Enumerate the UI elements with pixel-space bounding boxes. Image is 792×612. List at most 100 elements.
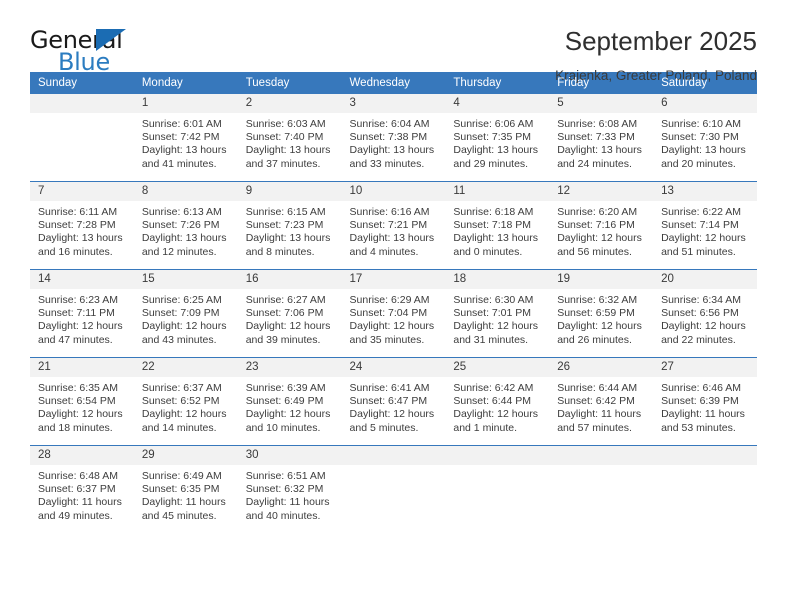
day-sunrise-line: Sunrise: 6:06 AM [453, 118, 534, 130]
calendar-day-cell[interactable]: 23 Sunrise: 6:39 AM Sunset: 6:49 PM Dayligh… [237, 357, 342, 446]
day-sunset-line: Sunset: 6:56 PM [661, 307, 739, 320]
day-sun-info: Sunrise: 6:42 AM Sunset: 6:44 PM Daylight:… [445, 377, 549, 435]
calendar-day-cell[interactable]: 7 Sunrise: 6:11 AM Sunset: 7:28 PM Daylight… [30, 181, 134, 270]
day-number: 18 [445, 270, 550, 289]
day-sunrise-line: Sunrise: 6:49 AM [141, 470, 222, 482]
day-sunset-line: Sunset: 7:14 PM [661, 219, 739, 232]
day-cell-inner: 9 Sunrise: 6:15 AM Sunset: 7:23 PM Daylight… [237, 182, 342, 269]
calendar-day-cell[interactable]: 26 Sunrise: 6:44 AM Sunset: 6:42 PM Dayligh… [549, 357, 654, 446]
calendar-day-cell[interactable]: 20 Sunrise: 6:34 AM Sunset: 6:56 PM Dayligh… [653, 269, 757, 358]
day-daylight2-line: and 57 minutes. [557, 421, 632, 434]
day-daylight1-line: Daylight: 12 hours [349, 408, 435, 421]
day-daylight2-line: and 20 minutes. [661, 157, 736, 170]
day-sun-info: Sunrise: 6:11 AM Sunset: 7:28 PM Daylight:… [30, 201, 134, 259]
day-cell-inner: 8 Sunrise: 6:13 AM Sunset: 7:26 PM Daylight… [133, 182, 238, 269]
day-sunrise-line: Sunrise: 6:37 AM [141, 382, 222, 394]
calendar-day-cell[interactable]: 6 Sunrise: 6:10 AM Sunset: 7:30 PM Daylight… [653, 94, 757, 182]
day-cell-inner: 20 Sunrise: 6:34 AM Sunset: 6:56 PM Dayligh… [653, 270, 757, 357]
calendar-day-cell[interactable]: 30 Sunrise: 6:51 AM Sunset: 6:32 PM Dayligh… [237, 445, 342, 533]
day-sunset-line: Sunset: 7:40 PM [245, 131, 324, 144]
calendar-day-cell[interactable]: 13 Sunrise: 6:22 AM Sunset: 7:14 PM Dayligh… [653, 181, 757, 270]
calendar-day-cell[interactable]: 11 Sunrise: 6:18 AM Sunset: 7:18 PM Dayligh… [445, 181, 550, 270]
day-daylight2-line: and 18 minutes. [38, 421, 113, 434]
calendar-day-cell[interactable]: 17 Sunrise: 6:29 AM Sunset: 7:04 PM Dayligh… [341, 269, 446, 358]
calendar-day-cell[interactable] [445, 445, 550, 533]
day-number: 6 [653, 94, 757, 113]
day-cell-inner: 21 Sunrise: 6:35 AM Sunset: 6:54 PM Dayligh… [30, 358, 134, 445]
day-sunrise-line: Sunrise: 6:15 AM [245, 206, 326, 218]
day-sunset-line: Sunset: 7:11 PM [38, 307, 115, 320]
calendar-day-cell[interactable]: 18 Sunrise: 6:30 AM Sunset: 7:01 PM Dayligh… [445, 269, 550, 358]
day-sunrise-line: Sunrise: 6:29 AM [349, 294, 430, 306]
day-sunset-line: Sunset: 6:37 PM [38, 483, 116, 496]
day-sun-info [653, 465, 757, 470]
calendar-day-cell[interactable]: 9 Sunrise: 6:15 AM Sunset: 7:23 PM Daylight… [237, 181, 342, 270]
calendar-day-cell[interactable]: 16 Sunrise: 6:27 AM Sunset: 7:06 PM Dayligh… [237, 269, 342, 358]
calendar-day-cell[interactable]: 22 Sunrise: 6:37 AM Sunset: 6:52 PM Dayligh… [133, 357, 238, 446]
day-sunset-line: Sunset: 7:33 PM [557, 131, 635, 144]
day-daylight2-line: and 1 minute. [453, 421, 518, 434]
day-sun-info: Sunrise: 6:29 AM Sunset: 7:04 PM Daylight:… [342, 289, 446, 347]
day-sunset-line: Sunset: 6:35 PM [141, 483, 220, 496]
day-sun-info: Sunrise: 6:22 AM Sunset: 7:14 PM Daylight:… [653, 201, 757, 259]
calendar-day-cell[interactable]: 14 Sunrise: 6:23 AM Sunset: 7:11 PM Dayligh… [30, 269, 134, 358]
day-daylight2-line: and 16 minutes. [38, 245, 113, 258]
calendar-day-cell[interactable]: 24 Sunrise: 6:41 AM Sunset: 6:47 PM Dayligh… [341, 357, 446, 446]
day-sun-info: Sunrise: 6:08 AM Sunset: 7:33 PM Daylight:… [549, 113, 653, 171]
calendar-day-cell[interactable] [549, 445, 654, 533]
weekday-header-monday: Monday [133, 72, 238, 94]
logo-word-blue: Blue [58, 48, 110, 76]
day-cell-inner: 16 Sunrise: 6:27 AM Sunset: 7:06 PM Dayligh… [237, 270, 342, 357]
day-cell-inner: 26 Sunrise: 6:44 AM Sunset: 6:42 PM Dayligh… [549, 358, 654, 445]
day-sunrise-line: Sunrise: 6:41 AM [349, 382, 430, 394]
calendar-day-cell[interactable]: 5 Sunrise: 6:08 AM Sunset: 7:33 PM Daylight… [549, 94, 654, 182]
day-daylight1-line: Daylight: 13 hours [557, 144, 642, 157]
day-sunset-line: Sunset: 7:26 PM [141, 219, 220, 232]
calendar-day-cell[interactable] [341, 445, 446, 533]
day-sunrise-line: Sunrise: 6:44 AM [557, 382, 638, 394]
day-daylight1-line: Daylight: 12 hours [38, 320, 123, 333]
day-daylight1-line: Daylight: 12 hours [557, 320, 642, 333]
day-number: 27 [653, 358, 757, 377]
calendar-day-cell[interactable]: 3 Sunrise: 6:04 AM Sunset: 7:38 PM Daylight… [341, 94, 446, 182]
day-daylight1-line: Daylight: 12 hours [141, 408, 227, 421]
calendar-day-cell[interactable]: 10 Sunrise: 6:16 AM Sunset: 7:21 PM Dayligh… [341, 181, 446, 270]
calendar-day-cell[interactable]: 4 Sunrise: 6:06 AM Sunset: 7:35 PM Daylight… [445, 94, 550, 182]
day-number: 30 [237, 446, 342, 465]
day-daylight1-line: Daylight: 12 hours [245, 320, 331, 333]
day-daylight1-line: Daylight: 13 hours [453, 144, 539, 157]
day-sun-info: Sunrise: 6:35 AM Sunset: 6:54 PM Daylight:… [30, 377, 134, 435]
calendar-day-cell[interactable]: 12 Sunrise: 6:20 AM Sunset: 7:16 PM Dayligh… [549, 181, 654, 270]
calendar-day-cell[interactable]: 28 Sunrise: 6:48 AM Sunset: 6:37 PM Dayligh… [30, 445, 134, 533]
calendar-day-cell[interactable]: 15 Sunrise: 6:25 AM Sunset: 7:09 PM Dayligh… [133, 269, 238, 358]
calendar-day-cell[interactable]: 29 Sunrise: 6:49 AM Sunset: 6:35 PM Dayligh… [133, 445, 238, 533]
day-cell-inner: 25 Sunrise: 6:42 AM Sunset: 6:44 PM Dayligh… [445, 358, 550, 445]
calendar-day-cell[interactable]: 25 Sunrise: 6:42 AM Sunset: 6:44 PM Dayligh… [445, 357, 550, 446]
day-daylight1-line: Daylight: 13 hours [349, 144, 435, 157]
day-sunset-line: Sunset: 7:23 PM [245, 219, 324, 232]
calendar-day-cell[interactable]: 21 Sunrise: 6:35 AM Sunset: 6:54 PM Dayligh… [30, 357, 134, 446]
day-daylight1-line: Daylight: 11 hours [245, 496, 330, 509]
day-sun-info: Sunrise: 6:01 AM Sunset: 7:42 PM Daylight:… [134, 113, 238, 171]
calendar-day-cell[interactable] [653, 445, 757, 533]
calendar-day-cell[interactable]: 8 Sunrise: 6:13 AM Sunset: 7:26 PM Daylight… [133, 181, 238, 270]
day-daylight2-line: and 4 minutes. [349, 245, 419, 258]
day-sunrise-line: Sunrise: 6:20 AM [557, 206, 638, 218]
day-cell-inner [30, 94, 134, 181]
day-number: 8 [133, 182, 238, 201]
calendar-day-cell[interactable]: 2 Sunrise: 6:03 AM Sunset: 7:40 PM Daylight… [237, 94, 342, 182]
day-number: 15 [133, 270, 238, 289]
day-sunset-line: Sunset: 7:04 PM [349, 307, 428, 320]
calendar-day-cell[interactable]: 19 Sunrise: 6:32 AM Sunset: 6:59 PM Dayligh… [549, 269, 654, 358]
day-number: 20 [653, 270, 757, 289]
day-sun-info: Sunrise: 6:18 AM Sunset: 7:18 PM Daylight:… [445, 201, 549, 259]
day-number: 7 [30, 182, 134, 201]
day-sunrise-line: Sunrise: 6:04 AM [349, 118, 430, 130]
day-daylight1-line: Daylight: 12 hours [453, 320, 539, 333]
day-number: 10 [341, 182, 446, 201]
general-blue-logo[interactable]: General Blue [30, 26, 140, 76]
calendar-day-cell[interactable]: 1 Sunrise: 6:01 AM Sunset: 7:42 PM Daylight… [133, 94, 238, 182]
calendar-day-cell[interactable] [30, 94, 134, 182]
day-daylight2-line: and 24 minutes. [557, 157, 632, 170]
calendar-day-cell[interactable]: 27 Sunrise: 6:46 AM Sunset: 6:39 PM Dayligh… [653, 357, 757, 446]
